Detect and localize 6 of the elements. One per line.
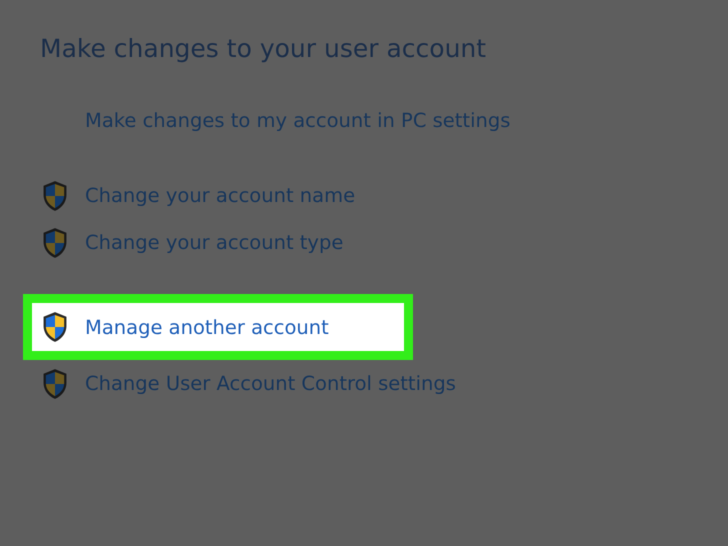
settings-link[interactable]: Change User Account Control settings bbox=[85, 372, 456, 395]
settings-link[interactable]: Change your account type bbox=[85, 231, 344, 254]
settings-link[interactable]: Manage another account bbox=[85, 316, 329, 338]
settings-link[interactable]: Change your account name bbox=[85, 184, 356, 207]
settings-link[interactable]: Make changes to my account in PC settings bbox=[85, 109, 510, 132]
page-heading: Make changes to your user account bbox=[40, 34, 488, 63]
